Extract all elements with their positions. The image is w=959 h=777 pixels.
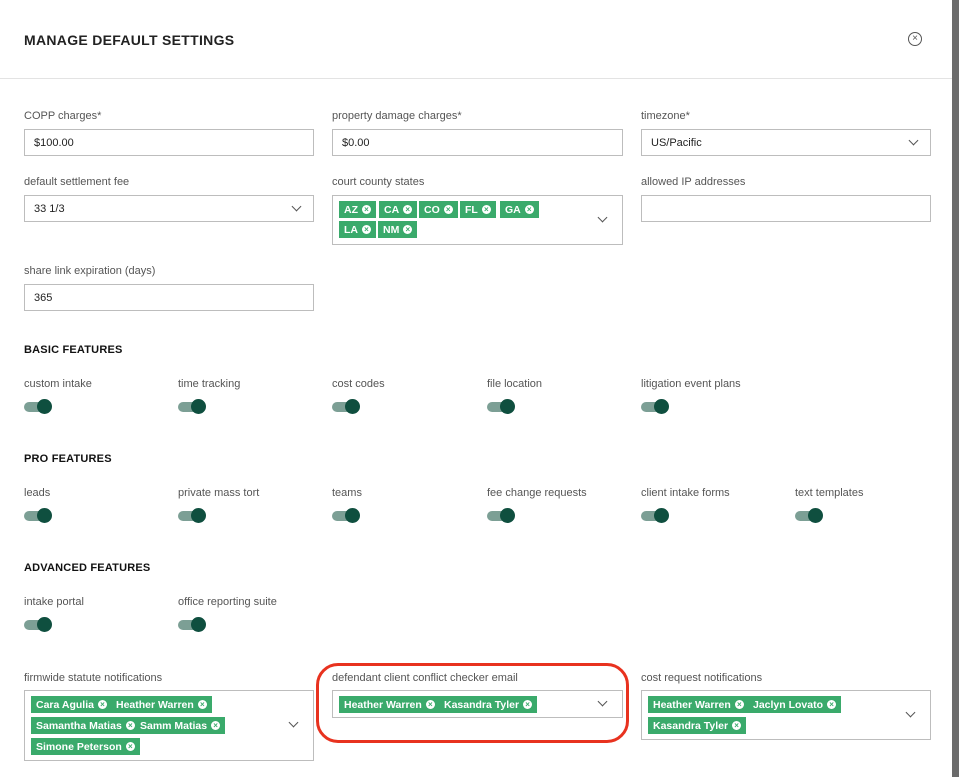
- chevron-down-icon: [905, 707, 916, 718]
- feature-label: file location: [487, 378, 543, 390]
- feature-label: cost codes: [332, 378, 385, 390]
- feature-label: teams: [332, 487, 362, 499]
- states-multiselect[interactable]: AZ × CA × CO × FL × GA × LA × NM ×: [332, 195, 623, 245]
- copp-input[interactable]: $100.00: [24, 129, 314, 156]
- litigation-event-plans-toggle[interactable]: [641, 399, 669, 414]
- close-icon[interactable]: ×: [908, 32, 922, 46]
- remove-icon[interactable]: ×: [827, 700, 837, 709]
- remove-icon[interactable]: ×: [443, 205, 453, 214]
- remove-icon[interactable]: ×: [734, 700, 744, 709]
- highlight-annotation: [316, 663, 629, 743]
- statute-multiselect[interactable]: Cara Agulia × Heather Warren × Samantha Ma…: [24, 690, 314, 761]
- advanced-features-heading: ADVANCED FEATURES: [24, 562, 151, 574]
- feature-label: custom intake: [24, 378, 92, 390]
- chevron-down-icon: [288, 717, 299, 728]
- modal-header: MANAGE DEFAULT SETTINGS ×: [0, 0, 952, 79]
- feature-label: office reporting suite: [178, 596, 277, 608]
- user-tag[interactable]: Samantha Matias ×: [31, 717, 140, 734]
- timezone-select[interactable]: US/Pacific: [641, 129, 931, 156]
- fee-change-requests-toggle[interactable]: [487, 508, 515, 523]
- state-tag[interactable]: CA ×: [379, 201, 418, 218]
- client-intake-forms-toggle[interactable]: [641, 508, 669, 523]
- state-tag[interactable]: LA ×: [339, 221, 376, 238]
- state-tag[interactable]: CO ×: [419, 201, 458, 218]
- ip-input[interactable]: [641, 195, 931, 222]
- remove-icon[interactable]: ×: [732, 721, 742, 730]
- remove-icon[interactable]: ×: [403, 205, 413, 214]
- timezone-value: US/Pacific: [651, 136, 702, 149]
- remove-icon[interactable]: ×: [362, 225, 371, 234]
- share-label: share link expiration (days): [24, 265, 156, 277]
- modal-title: MANAGE DEFAULT SETTINGS: [24, 32, 235, 48]
- user-tag[interactable]: Heather Warren ×: [111, 696, 212, 713]
- statute-label: firmwide statute notifications: [24, 672, 163, 684]
- basic-features-heading: BASIC FEATURES: [24, 344, 123, 356]
- state-tag[interactable]: GA ×: [500, 201, 539, 218]
- teams-toggle[interactable]: [332, 508, 360, 523]
- share-input[interactable]: 365: [24, 284, 314, 311]
- remove-icon[interactable]: ×: [211, 721, 221, 730]
- feature-label: leads: [24, 487, 51, 499]
- custom-intake-toggle[interactable]: [24, 399, 52, 414]
- settings-modal: MANAGE DEFAULT SETTINGS × COPP charges* …: [0, 0, 952, 777]
- pro-features-heading: PRO FEATURES: [24, 453, 112, 465]
- feature-label: client intake forms: [641, 487, 730, 499]
- settlement-value: 33 1/3: [34, 202, 65, 215]
- private-mass-tort-toggle[interactable]: [178, 508, 206, 523]
- chevron-down-icon: [597, 212, 608, 223]
- user-tag[interactable]: Kasandra Tyler ×: [648, 717, 747, 734]
- remove-icon[interactable]: ×: [362, 205, 371, 214]
- remove-icon[interactable]: ×: [524, 205, 534, 214]
- feature-label: private mass tort: [178, 487, 260, 499]
- feature-label: litigation event plans: [641, 378, 741, 390]
- remove-icon[interactable]: ×: [125, 721, 135, 730]
- feature-label: time tracking: [178, 378, 241, 390]
- ip-label: allowed IP addresses: [641, 176, 746, 188]
- text-templates-toggle[interactable]: [795, 508, 823, 523]
- leads-toggle[interactable]: [24, 508, 52, 523]
- feature-label: fee change requests: [487, 487, 587, 499]
- remove-icon[interactable]: ×: [481, 205, 491, 214]
- property-input[interactable]: $0.00: [332, 129, 623, 156]
- office-reporting-suite-toggle[interactable]: [178, 617, 206, 632]
- cost-multiselect[interactable]: Heather Warren × Jaclyn Lovato × Kasandra …: [641, 690, 931, 740]
- time-tracking-toggle[interactable]: [178, 399, 206, 414]
- intake-portal-toggle[interactable]: [24, 617, 52, 632]
- cost-label: cost request notifications: [641, 672, 763, 684]
- feature-label: text templates: [795, 487, 864, 499]
- chevron-down-icon: [291, 201, 302, 212]
- user-tag[interactable]: Simone Peterson ×: [31, 738, 140, 755]
- timezone-label: timezone*: [641, 110, 690, 122]
- settlement-select[interactable]: 33 1/3: [24, 195, 314, 222]
- user-tag[interactable]: Heather Warren ×: [648, 696, 749, 713]
- chevron-down-icon: [908, 135, 919, 146]
- remove-icon[interactable]: ×: [403, 225, 413, 234]
- remove-icon[interactable]: ×: [197, 700, 207, 709]
- user-tag[interactable]: Jaclyn Lovato ×: [748, 696, 842, 713]
- user-tag[interactable]: Cara Agulia ×: [31, 696, 112, 713]
- state-tag[interactable]: NM ×: [378, 221, 418, 238]
- state-tag[interactable]: AZ ×: [339, 201, 376, 218]
- remove-icon[interactable]: ×: [125, 742, 135, 751]
- remove-icon[interactable]: ×: [97, 700, 107, 709]
- file-location-toggle[interactable]: [487, 399, 515, 414]
- state-tag[interactable]: FL ×: [460, 201, 496, 218]
- property-label: property damage charges*: [332, 110, 462, 122]
- settlement-label: default settlement fee: [24, 176, 130, 188]
- copp-label: COPP charges*: [24, 110, 102, 122]
- cost-codes-toggle[interactable]: [332, 399, 360, 414]
- user-tag[interactable]: Samm Matias ×: [135, 717, 226, 734]
- feature-label: intake portal: [24, 596, 84, 608]
- states-label: court county states: [332, 176, 425, 188]
